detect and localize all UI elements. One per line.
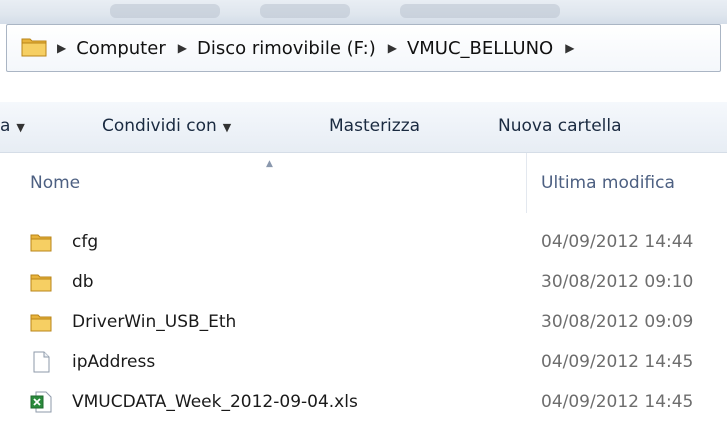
burn-button[interactable]: Masterizza xyxy=(329,116,420,136)
sort-ascending-icon: ▲ xyxy=(266,159,273,169)
organize-button[interactable]: a ▼ xyxy=(0,116,25,136)
folder-icon xyxy=(30,311,52,333)
file-modified-date: 04/09/2012 14:44 xyxy=(541,232,694,252)
file-name: db xyxy=(72,272,94,292)
blurred-chrome-area xyxy=(110,4,220,18)
blurred-chrome-area xyxy=(400,4,560,18)
file-row-ipaddress[interactable]: ipAddress 04/09/2012 14:45 xyxy=(0,343,727,383)
folder-icon xyxy=(30,271,52,293)
breadcrumb-removable-disk[interactable]: Disco rimovibile (F:) xyxy=(197,38,376,59)
file-row-vmucdata[interactable]: VMUCDATA_Week_2012-09-04.xls 04/09/2012 … xyxy=(0,383,727,423)
share-with-label: Condividi con xyxy=(102,116,217,136)
share-with-button[interactable]: Condividi con ▼ xyxy=(102,116,231,136)
folder-icon xyxy=(21,34,47,63)
breadcrumb-arrow-icon[interactable]: ▶ xyxy=(388,41,397,55)
file-modified-date: 04/09/2012 14:45 xyxy=(541,392,694,412)
excel-file-icon xyxy=(30,391,52,413)
blurred-chrome-area xyxy=(260,4,350,18)
column-header-name[interactable]: Nome xyxy=(30,173,80,193)
address-bar[interactable]: ▶ Computer ▶ Disco rimovibile (F:) ▶ VMU… xyxy=(6,24,721,72)
breadcrumb-arrow-icon[interactable]: ▶ xyxy=(57,41,66,55)
file-row-cfg[interactable]: cfg 04/09/2012 14:44 xyxy=(0,223,727,263)
breadcrumb-arrow-icon[interactable]: ▶ xyxy=(565,41,574,55)
column-divider[interactable] xyxy=(526,153,527,213)
file-modified-date: 04/09/2012 14:45 xyxy=(541,352,694,372)
new-folder-button[interactable]: Nuova cartella xyxy=(498,116,622,136)
column-header-row: ▲ Nome Ultima modifica xyxy=(0,153,727,213)
file-modified-date: 30/08/2012 09:09 xyxy=(541,312,694,332)
folder-icon xyxy=(30,231,52,253)
file-name: ipAddress xyxy=(72,352,156,372)
chevron-down-icon: ▼ xyxy=(222,121,232,134)
file-row-driverwin[interactable]: DriverWin_USB_Eth 30/08/2012 09:09 xyxy=(0,303,727,343)
breadcrumb-arrow-icon[interactable]: ▶ xyxy=(178,41,187,55)
file-name: DriverWin_USB_Eth xyxy=(72,312,237,332)
chevron-down-icon: ▼ xyxy=(16,121,25,134)
file-name: cfg xyxy=(72,232,99,252)
organize-label: a xyxy=(0,116,11,136)
breadcrumb-vmuc-belluno[interactable]: VMUC_BELLUNO xyxy=(407,38,553,59)
file-modified-date: 30/08/2012 09:10 xyxy=(541,272,694,292)
breadcrumb-computer[interactable]: Computer xyxy=(76,38,165,59)
column-header-modified[interactable]: Ultima modifica xyxy=(541,173,675,193)
file-icon xyxy=(30,351,52,373)
command-toolbar: a ▼ Condividi con ▼ Masterizza Nuova carte… xyxy=(0,102,727,153)
file-name: VMUCDATA_Week_2012-09-04.xls xyxy=(72,392,358,412)
window-top-chrome xyxy=(0,0,727,24)
file-row-db[interactable]: db 30/08/2012 09:10 xyxy=(0,263,727,303)
